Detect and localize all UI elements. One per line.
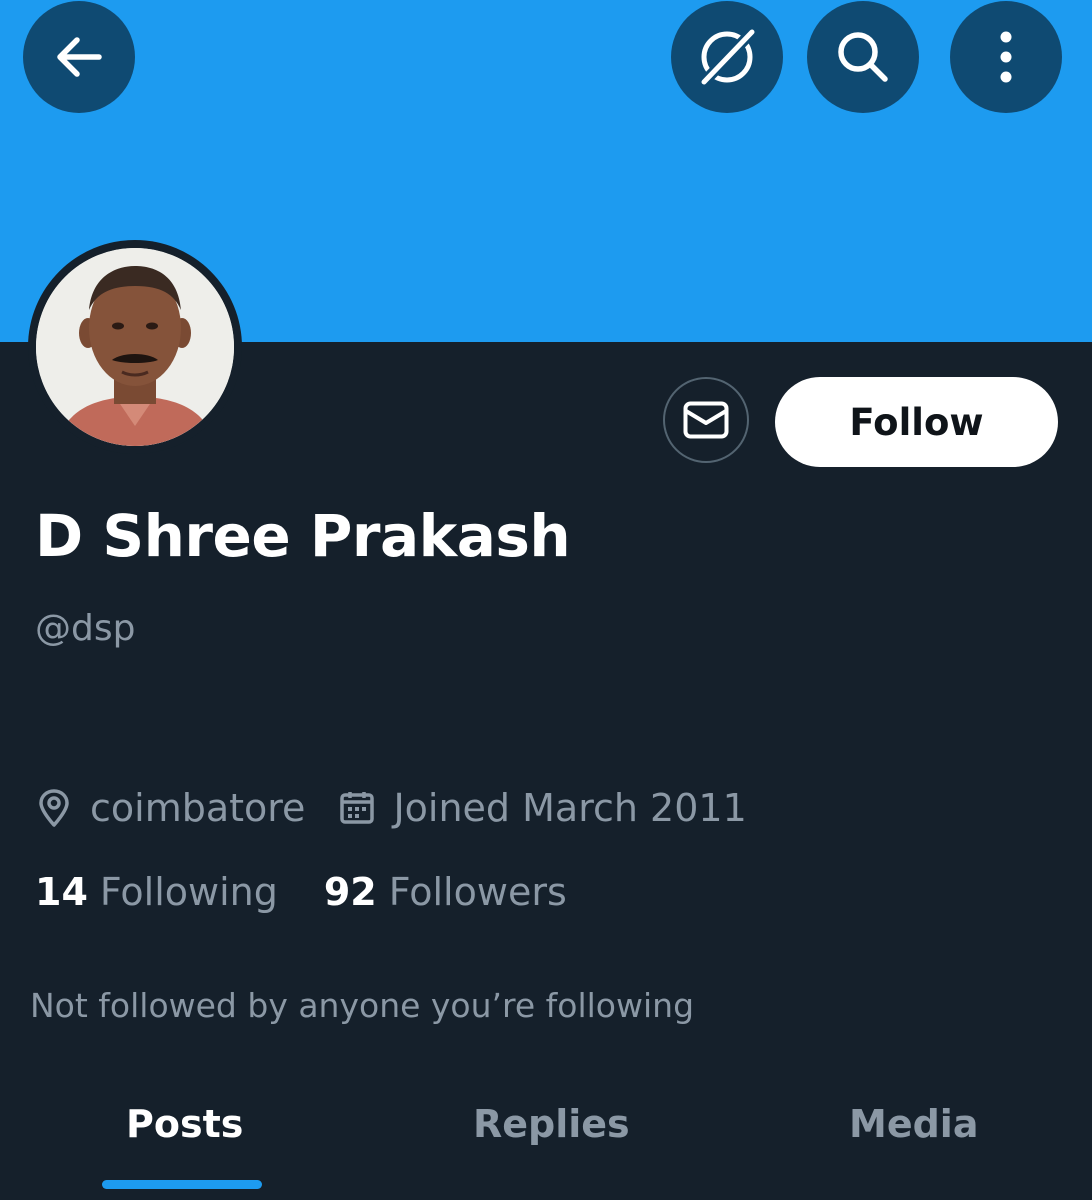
follow-stats: 14 Following 92 Followers <box>35 870 567 914</box>
more-button[interactable] <box>950 1 1062 113</box>
avatar <box>36 248 234 446</box>
grok-icon <box>698 26 758 88</box>
display-name: D Shree Prakash <box>35 502 571 570</box>
following-label: Following <box>99 870 278 914</box>
follow-label: Follow <box>849 400 984 444</box>
avatar-button[interactable] <box>28 240 242 454</box>
followers-label: Followers <box>388 870 567 914</box>
tab-posts[interactable]: Posts <box>126 1102 243 1146</box>
profile-tabs: Posts Replies Media <box>0 1090 1092 1200</box>
location-text: coimbatore <box>90 786 306 830</box>
avatar-photo <box>36 248 234 446</box>
following-count: 14 <box>35 870 88 914</box>
calendar-icon <box>339 790 375 826</box>
tab-media-label: Media <box>849 1102 979 1146</box>
followers-link[interactable]: 92 Followers <box>324 870 567 914</box>
arrow-left-icon <box>57 37 102 77</box>
mail-icon <box>683 401 729 439</box>
more-vertical-icon <box>1000 31 1012 83</box>
active-tab-indicator <box>102 1180 262 1189</box>
search-icon <box>838 32 888 82</box>
location-pin-icon <box>36 788 72 828</box>
profile-meta: coimbatore Joined March 2011 <box>36 782 747 834</box>
following-link[interactable]: 14 Following <box>35 870 278 914</box>
user-handle: @dsp <box>35 608 136 649</box>
tab-replies[interactable]: Replies <box>473 1102 630 1146</box>
follow-button[interactable]: Follow <box>775 377 1058 467</box>
followers-count: 92 <box>323 870 377 914</box>
tab-media[interactable]: Media <box>849 1102 978 1146</box>
tab-posts-label: Posts <box>126 1102 244 1146</box>
message-button[interactable] <box>663 377 749 463</box>
followers-you-know: Not followed by anyone you’re following <box>30 986 695 1025</box>
search-button[interactable] <box>807 1 919 113</box>
grok-button[interactable] <box>671 1 783 113</box>
tab-replies-label: Replies <box>473 1102 630 1146</box>
joined-text: Joined March 2011 <box>393 786 747 830</box>
back-button[interactable] <box>23 1 135 113</box>
